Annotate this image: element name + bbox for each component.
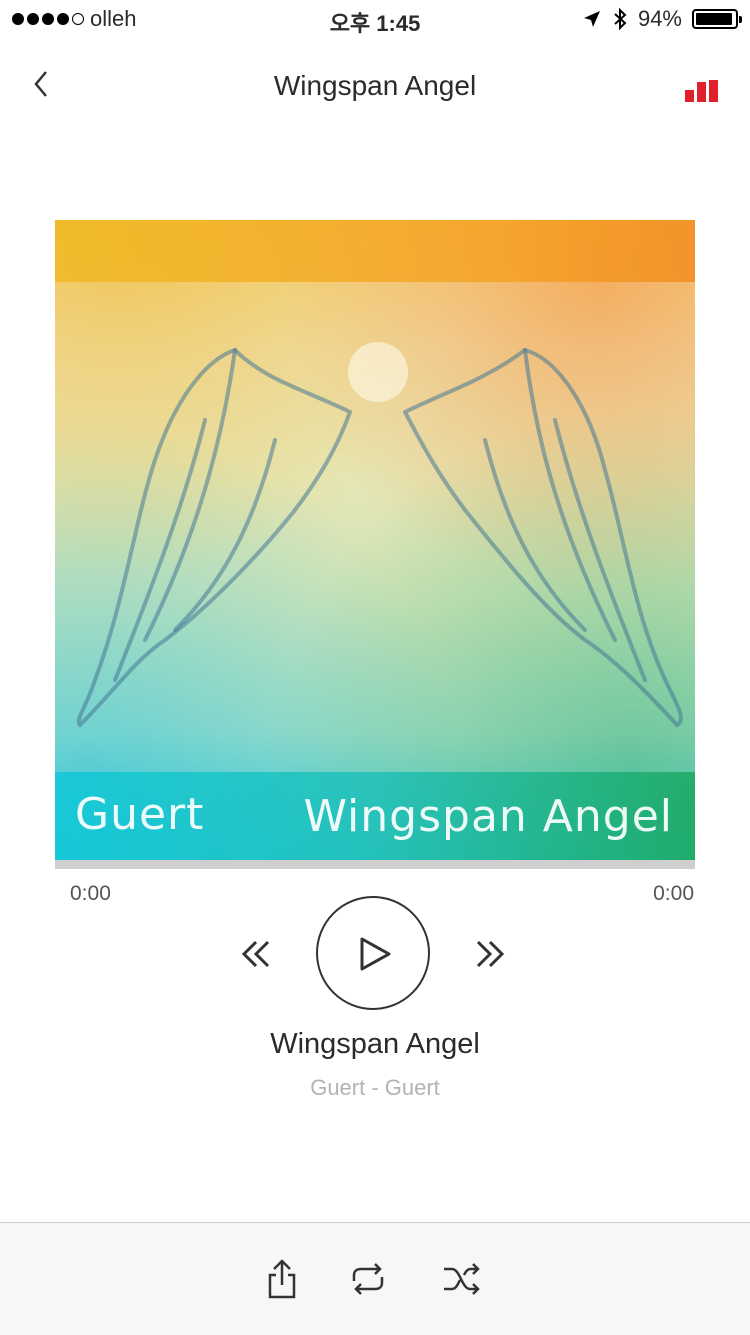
- bluetooth-icon: [614, 7, 627, 31]
- rewind-icon[interactable]: [236, 934, 276, 974]
- battery-icon: [692, 9, 742, 29]
- elapsed-time: 0:00: [70, 882, 111, 905]
- shuffle-icon[interactable]: [440, 1257, 484, 1301]
- battery-level: [696, 13, 732, 25]
- fast-forward-icon[interactable]: [470, 934, 510, 974]
- page-title: Wingspan Angel: [273, 70, 477, 101]
- status-bar: olleh 오후 1:45 94%: [0, 0, 750, 40]
- progress-bar[interactable]: [55, 860, 695, 869]
- nav-bar: Wingspan Angel: [0, 50, 750, 126]
- album-art: Guert Wingspan Angel: [55, 220, 695, 860]
- bottom-toolbar: [0, 1222, 750, 1335]
- album-art-title: Wingspan Angel: [303, 791, 673, 842]
- album-art-artist: Guert: [75, 789, 205, 840]
- play-button[interactable]: [316, 896, 430, 1010]
- track-title: Wingspan Angel: [270, 1028, 480, 1060]
- status-right: 94%: [582, 6, 742, 32]
- play-icon: [360, 937, 391, 971]
- wings-illustration: [76, 347, 683, 728]
- repeat-icon[interactable]: [346, 1257, 390, 1301]
- share-icon[interactable]: [260, 1257, 304, 1301]
- battery-percent: 94%: [637, 6, 682, 31]
- total-time: 0:00: [653, 882, 694, 905]
- track-subtitle: Guert - Guert: [310, 1075, 440, 1100]
- location-arrow-icon: [583, 11, 600, 27]
- equalizer-icon[interactable]: [685, 80, 718, 102]
